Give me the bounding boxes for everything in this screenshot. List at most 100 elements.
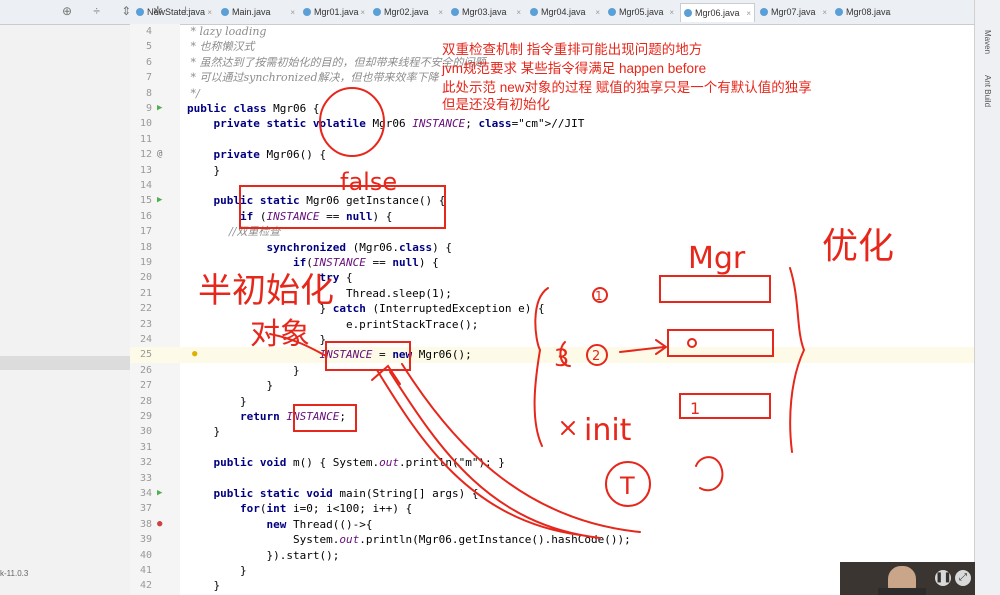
- line-number: 13: [139, 164, 152, 176]
- close-tab-icon[interactable]: ×: [360, 3, 365, 22]
- code-line[interactable]: 10 private static volatile Mgr06 INSTANC…: [130, 116, 975, 131]
- code-line[interactable]: 34 ▶ public static void main(String[] arg…: [130, 486, 975, 501]
- code-line[interactable]: 4 * lazy loading: [130, 24, 975, 39]
- code-text: public static void main(String[] args) {: [213, 487, 479, 500]
- code-line[interactable]: 25 ● INSTANCE = new Mgr06();: [130, 347, 975, 363]
- line-number: 31: [139, 441, 152, 453]
- code-line[interactable]: 37 for(int i=0; i<100; i++) {: [130, 501, 975, 516]
- code-line[interactable]: 15 ▶ public static Mgr06 getInstance() {: [130, 193, 975, 208]
- close-tab-icon[interactable]: ×: [595, 3, 600, 22]
- close-tab-icon[interactable]: ×: [669, 3, 674, 22]
- tab-label: Mgr04.java: [541, 7, 586, 17]
- tab-label: Mgr08.java: [846, 7, 891, 17]
- code-text: */: [187, 86, 200, 100]
- line-number: 41: [139, 565, 152, 576]
- code-line[interactable]: 23 e.printStackTrace();: [130, 317, 975, 332]
- code-line[interactable]: 31: [130, 440, 975, 455]
- right-tool-strip: Maven Ant Build: [974, 0, 1000, 595]
- code-line[interactable]: 39 System.out.println(Mgr06.getInstance(…: [130, 532, 975, 547]
- code-line[interactable]: 29 return INSTANCE;: [130, 409, 975, 424]
- close-tab-icon[interactable]: ×: [516, 3, 521, 22]
- tab-label: Mgr05.java: [619, 7, 664, 17]
- ant-build-tool-tab[interactable]: Ant Build: [983, 75, 992, 107]
- presenter-shirt: [878, 588, 926, 595]
- run-gutter-icon[interactable]: ▶: [157, 193, 162, 208]
- annotation-note-3: 此处示范 new对象的过程 赋值的独享只是一个有默认值的独享: [442, 80, 812, 95]
- code-line[interactable]: 13 }: [130, 163, 975, 178]
- line-number: 24: [139, 334, 152, 345]
- code-text: * 也称懒汉式: [187, 40, 255, 54]
- maven-tool-tab[interactable]: Maven: [983, 30, 992, 54]
- code-line[interactable]: 16 if (INSTANCE == null) {: [130, 209, 975, 224]
- annotation-note-1: 双重检查机制 指令重排可能出现问题的地方: [442, 42, 703, 57]
- code-text: //双重检查: [187, 225, 281, 239]
- close-tab-icon[interactable]: ×: [746, 4, 751, 23]
- line-number: 38: [139, 518, 152, 530]
- tab-mgr01[interactable]: Mgr01.java ×: [300, 3, 368, 22]
- code-text: return INSTANCE;: [239, 410, 346, 423]
- annotation-note-2: jvm规范要求 某些指令得满足 happen before: [442, 61, 707, 76]
- code-line[interactable]: 22 } catch (InterruptedException e) {: [130, 301, 975, 316]
- close-tab-icon[interactable]: ×: [438, 3, 443, 22]
- code-line[interactable]: 27 }: [130, 378, 975, 393]
- selected-project-row[interactable]: [0, 356, 130, 370]
- tab-label: Mgr01.java: [314, 7, 359, 17]
- code-line[interactable]: 38 ● new Thread(()->{: [130, 517, 975, 532]
- close-tab-icon[interactable]: ×: [207, 3, 212, 22]
- run-gutter-icon[interactable]: ▶: [157, 101, 162, 116]
- close-tab-icon[interactable]: ×: [822, 3, 827, 22]
- code-line[interactable]: 12 @ private Mgr06() {: [130, 147, 975, 162]
- code-line[interactable]: 20 try {: [130, 270, 975, 285]
- code-line[interactable]: 28 }: [130, 394, 975, 409]
- code-line[interactable]: 26 }: [130, 363, 975, 378]
- pause-icon[interactable]: ❚❚: [935, 570, 952, 586]
- fullscreen-icon[interactable]: ⤢: [955, 570, 971, 586]
- line-number: 27: [139, 380, 152, 392]
- code-line[interactable]: 33: [130, 471, 975, 486]
- webcam-overlay: ❚❚ ⤢: [840, 562, 975, 595]
- code-text: Thread.sleep(1);: [187, 286, 452, 300]
- close-tab-icon[interactable]: ×: [886, 3, 891, 22]
- code-text: private static volatile Mgr06 INSTANCE; …: [213, 117, 585, 131]
- code-line[interactable]: 24 }: [130, 332, 975, 347]
- code-line[interactable]: 17 //双重检查: [130, 224, 975, 239]
- close-tab-icon[interactable]: ×: [290, 3, 295, 22]
- code-text: for(int i=0; i<100; i++) {: [239, 502, 413, 516]
- code-line[interactable]: 11: [130, 132, 975, 147]
- breakpoint-icon[interactable]: ●: [157, 517, 162, 532]
- line-number: 7: [145, 72, 152, 84]
- tab-newstate[interactable]: NewState.java ×: [133, 3, 215, 22]
- line-number: 39: [139, 534, 152, 546]
- run-gutter-icon[interactable]: ▶: [157, 486, 162, 501]
- tab-mgr05[interactable]: Mgr05.java ×: [605, 3, 677, 22]
- line-number: 40: [139, 549, 152, 561]
- line-number: 33: [139, 472, 152, 484]
- tab-label: Main.java: [232, 7, 271, 17]
- code-line[interactable]: 40 }).start();: [130, 548, 975, 563]
- code-line[interactable]: 30 }: [130, 424, 975, 439]
- tab-mgr04[interactable]: Mgr04.java ×: [527, 3, 603, 22]
- code-line[interactable]: 32 public void m() { System.out.println(…: [130, 455, 975, 470]
- tab-mgr03[interactable]: Mgr03.java ×: [448, 3, 524, 22]
- tab-mgr08[interactable]: Mgr08.java ×: [832, 3, 894, 22]
- code-text: }: [187, 363, 300, 377]
- tab-mgr07[interactable]: Mgr07.java ×: [757, 3, 830, 22]
- line-number: 28: [139, 395, 152, 407]
- code-line[interactable]: 18 synchronized (Mgr06.class) {: [130, 240, 975, 255]
- line-number: 42: [139, 580, 152, 592]
- tab-mgr02[interactable]: Mgr02.java ×: [370, 3, 446, 22]
- tab-label: Mgr06.java: [695, 8, 740, 18]
- line-number: 20: [139, 272, 152, 284]
- code-line[interactable]: 14: [130, 178, 975, 193]
- tab-main[interactable]: Main.java ×: [218, 3, 298, 22]
- line-number: 26: [139, 364, 152, 376]
- code-text: try {: [319, 271, 353, 285]
- code-line[interactable]: 21 Thread.sleep(1);: [130, 286, 975, 301]
- code-text: * 虽然达到了按需初始化的目的，但却带来线程不安全的问题: [187, 55, 486, 69]
- tab-mgr06[interactable]: Mgr06.java ×: [680, 3, 755, 22]
- line-number: 34: [139, 488, 152, 499]
- code-text: synchronized (Mgr06.class) {: [266, 240, 452, 254]
- line-number: 37: [139, 503, 152, 515]
- code-line[interactable]: 19 if(INSTANCE == null) {: [130, 255, 975, 270]
- line-number: 8: [145, 87, 152, 99]
